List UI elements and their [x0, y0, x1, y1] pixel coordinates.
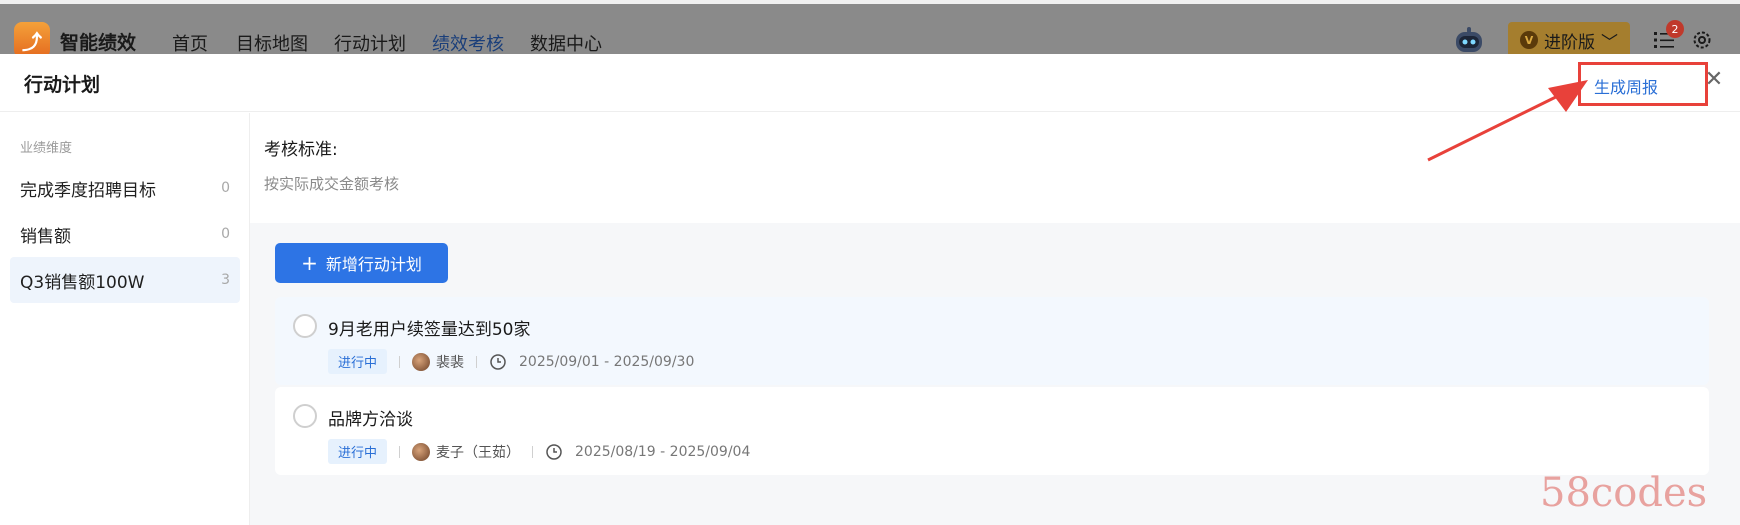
- top-navigation: ⤴ 智能绩效 首页 目标地图 行动计划 绩效考核 数据中心 V 进阶版 ﹀ 2: [0, 4, 1740, 58]
- sidebar-item-q3-sales[interactable]: Q3销售额100W 3: [10, 257, 240, 303]
- owner-name: 裴裴: [436, 354, 465, 371]
- sidebar-item-label: 完成季度招聘目标: [20, 180, 156, 201]
- premium-v-icon: V: [1520, 31, 1538, 49]
- notification-badge: 2: [1666, 20, 1684, 38]
- plan-title: 品牌方洽谈: [328, 410, 413, 430]
- owner-name: 麦子（王茹）: [436, 444, 521, 461]
- chevron-down-icon: ﹀: [1601, 32, 1618, 53]
- action-plans-area: + 新增行动计划 9月老用户续签量达到50家 进行中 裴裴 2025/09/01…: [250, 223, 1740, 525]
- robot-assistant-icon[interactable]: [1452, 26, 1486, 56]
- site-watermark: 58codes: [1540, 470, 1708, 516]
- add-action-plan-label: 新增行动计划: [325, 255, 422, 274]
- close-icon[interactable]: ✕: [1702, 68, 1726, 92]
- complete-checkbox[interactable]: [293, 314, 317, 338]
- sidebar-item-label: Q3销售额100W: [20, 272, 145, 293]
- status-badge: 进行中: [328, 349, 388, 374]
- drawer-title: 行动计划: [24, 74, 101, 96]
- nav-item-data-center[interactable]: 数据中心: [530, 30, 602, 56]
- nav-item-goal-map[interactable]: 目标地图: [236, 30, 308, 56]
- clock-icon: [546, 443, 562, 460]
- sidebar-item-count: 0: [221, 180, 230, 196]
- clock-icon: [490, 353, 506, 370]
- app-logo-icon: ⤴: [14, 22, 50, 58]
- avatar: [412, 442, 431, 461]
- complete-checkbox[interactable]: [293, 404, 317, 428]
- brand-name: 智能绩效: [60, 32, 137, 54]
- nav-item-home[interactable]: 首页: [172, 30, 208, 56]
- criteria-text: 按实际成交金额考核: [264, 175, 400, 193]
- plan-meta: 进行中 裴裴 2025/09/01 - 2025/09/30: [328, 349, 694, 374]
- plan-meta: 进行中 麦子（王茹） 2025/08/19 - 2025/09/04: [328, 439, 750, 464]
- sidebar-item-sales[interactable]: 销售额 0: [10, 211, 240, 257]
- date-range: 2025/09/01 - 2025/09/30: [519, 353, 695, 370]
- criteria-label: 考核标准:: [264, 140, 338, 160]
- date-range: 2025/08/19 - 2025/09/04: [575, 443, 751, 460]
- sidebar-item-recruitment-goal[interactable]: 完成季度招聘目标 0: [10, 165, 240, 211]
- avatar: [412, 352, 431, 371]
- action-plan-card[interactable]: 9月老用户续签量达到50家 进行中 裴裴 2025/09/01 - 2025/0…: [275, 297, 1709, 385]
- gear-icon[interactable]: [1690, 28, 1714, 52]
- plan-owner: 裴裴: [412, 352, 464, 372]
- annotation-arrow: [1427, 80, 1588, 162]
- plus-icon: +: [301, 251, 318, 275]
- nav-item-action-plan[interactable]: 行动计划: [334, 30, 406, 56]
- divider: [532, 445, 534, 458]
- performance-dimension-sidebar: 业绩维度 完成季度招聘目标 0 销售额 0 Q3销售额100W 3: [0, 113, 250, 525]
- sidebar-item-count: 0: [221, 226, 230, 242]
- action-plan-card[interactable]: 品牌方洽谈 进行中 麦子（王茹） 2025/08/19 - 2025/09/04: [275, 387, 1709, 475]
- plan-upgrade-button[interactable]: V 进阶版 ﹀: [1508, 22, 1630, 58]
- sidebar-heading: 业绩维度: [20, 141, 73, 156]
- add-action-plan-button[interactable]: + 新增行动计划: [275, 243, 448, 283]
- divider: [476, 355, 478, 368]
- sidebar-item-count: 3: [221, 272, 230, 288]
- divider: [399, 445, 401, 458]
- sidebar-item-label: 销售额: [20, 226, 71, 247]
- plan-owner: 麦子（王茹）: [412, 442, 520, 462]
- divider: [399, 355, 401, 368]
- status-badge: 进行中: [328, 439, 388, 464]
- generate-weekly-report-button[interactable]: 生成周报: [1594, 74, 1658, 98]
- plan-title: 9月老用户续签量达到50家: [328, 320, 531, 340]
- nav-item-performance-review[interactable]: 绩效考核: [432, 30, 504, 56]
- plan-label: 进阶版: [1544, 32, 1595, 53]
